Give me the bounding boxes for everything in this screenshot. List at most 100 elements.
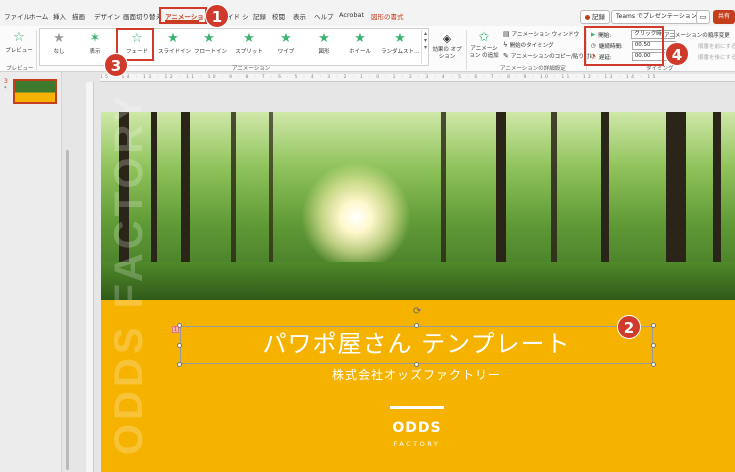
animation-group-label: アニメーション [232, 66, 271, 72]
sunlight [301, 162, 411, 272]
separator [36, 30, 37, 70]
slide-thumbnails-panel [0, 72, 62, 472]
trigger-button[interactable]: ϟ 開始のタイミング [503, 41, 554, 49]
forest-photo [101, 112, 735, 300]
wipe-star-icon: ★ [280, 31, 292, 46]
tab-insert[interactable]: 挿入 [53, 11, 66, 21]
floatin-star-icon: ★ [203, 31, 215, 46]
anim-wipe[interactable]: ★ ワイプ [275, 31, 297, 55]
preview-star-icon: ☆ [13, 30, 25, 45]
share-label: 共有 [717, 13, 730, 20]
anim-label: スプリット [235, 49, 263, 55]
slide-number: 3 [4, 78, 8, 85]
anim-label: フロートイン [194, 49, 228, 55]
wheel-star-icon: ★ [354, 31, 366, 46]
tab-acrobat[interactable]: Acrobat [339, 11, 364, 19]
anim-none[interactable]: ★ なし [48, 31, 70, 55]
add-animation-icon: ✩ [478, 30, 490, 45]
pane-icon: ▤ [503, 30, 510, 38]
vertical-ruler [86, 82, 94, 472]
random-star-icon: ★ [394, 31, 406, 46]
anim-label: なし [53, 49, 65, 55]
animation-order-tag[interactable]: 1 [172, 326, 179, 333]
split-star-icon: ★ [243, 31, 255, 46]
anim-split[interactable]: ★ スプリット [235, 31, 263, 55]
teams-present-button[interactable]: Teams でプレゼンテーション [611, 10, 702, 24]
effect-options-label: 効果の オプション [432, 47, 462, 60]
horizontal-ruler: 15 · 14 · 13 · 12 · 11 · 10 · 9 · 8 · 7 … [100, 74, 735, 82]
preview-group-label: プレビュー [6, 66, 34, 72]
step-badge-2: 2 [617, 315, 641, 339]
tab-help[interactable]: ヘルプ [314, 11, 334, 21]
effect-options-icon: ◈ [442, 32, 452, 45]
reorder-label: アニメーションの順序変更 [664, 33, 730, 39]
tab-file[interactable]: ファイル [4, 11, 30, 21]
comment-icon[interactable]: ▭ [696, 10, 710, 24]
logo-text-factory: FACTORY [393, 440, 441, 448]
anim-float-in[interactable]: ★ フロートイン [194, 31, 228, 55]
vertical-watermark-text: ODDS FACTORY [107, 91, 151, 455]
vertical-scrollbar[interactable] [66, 150, 69, 470]
step-badge-4: 4 [665, 42, 689, 66]
animation-painter-button[interactable]: ✎ アニメーションのコピー/貼り付け [503, 52, 595, 60]
move-later-button[interactable]: 順番を後にする [698, 53, 735, 61]
anim-label: ワイプ [277, 49, 295, 55]
anim-label: 図形 [318, 49, 330, 55]
shape-star-icon: ★ [318, 31, 330, 46]
preview-label: プレビュー [5, 48, 33, 54]
gallery-more-icon[interactable]: ▴ ▾ ▾ [421, 30, 429, 64]
add-animation-label: アニメーション の追加 [469, 46, 499, 59]
appear-star-icon: ✶ [89, 31, 101, 46]
tab-view[interactable]: 表示 [293, 11, 306, 21]
logo-bar [390, 406, 444, 409]
advanced-group-label: アニメーションの詳細設定 [500, 66, 566, 72]
teams-label: Teams でプレゼンテーション [616, 13, 697, 20]
rotate-handle-icon[interactable]: ⟳ [413, 306, 421, 317]
anim-label: スライドイン [158, 49, 192, 55]
tab-design[interactable]: デザイン [94, 11, 120, 21]
logo-text-odds: ODDS [392, 420, 442, 436]
tab-transitions[interactable]: 画面切り替え [123, 11, 162, 21]
tab-record[interactable]: 記録 [253, 11, 266, 21]
effect-options-button[interactable]: ◈ 効果の オプション [432, 31, 462, 61]
move-earlier-button[interactable]: 順番を前にする [698, 42, 735, 50]
none-star-icon: ★ [53, 31, 65, 46]
slide-thumbnail[interactable] [13, 79, 57, 104]
pane-label: アニメーション ウィンドウ [511, 32, 580, 38]
animation-pane-button[interactable]: ▤ アニメーション ウィンドウ [503, 30, 579, 38]
tab-draw[interactable]: 描画 [72, 11, 85, 21]
anim-appear[interactable]: ✶ 表示 [84, 31, 106, 55]
anim-shape[interactable]: ★ 図形 [313, 31, 335, 55]
anim-slide-in[interactable]: ★ スライドイン [158, 31, 192, 55]
record-button[interactable]: 記録 [580, 10, 610, 24]
highlight-animations-tab [159, 7, 207, 24]
separator [466, 30, 467, 70]
preview-button[interactable]: ☆ プレビュー [4, 30, 34, 54]
slidein-star-icon: ★ [167, 31, 179, 46]
slide-title[interactable]: パワポ屋さん テンプレート [180, 326, 653, 362]
step-badge-3: 3 [104, 53, 128, 77]
forest-floor [101, 262, 735, 300]
anim-label: 表示 [89, 49, 101, 55]
highlight-timing [584, 26, 664, 66]
record-icon [585, 14, 590, 20]
anim-random[interactable]: ★ ランダムスト... [381, 31, 419, 55]
tab-shape-format[interactable]: 図形の書式 [371, 11, 404, 21]
slide-animation-marker: * [4, 86, 7, 92]
painter-label: アニメーションのコピー/貼り付け [510, 54, 596, 60]
painter-icon: ✎ [503, 52, 509, 60]
anim-label: ホイール [348, 49, 371, 55]
record-label: 記録 [592, 13, 605, 21]
ribbon-tabs: ファイル ホーム 挿入 描画 デザイン 画面切り替え アニメーション スライド … [0, 0, 735, 26]
tab-review[interactable]: 校閲 [272, 11, 285, 21]
anim-label: ランダムスト... [381, 49, 420, 55]
anim-wheel[interactable]: ★ ホイール [347, 31, 373, 55]
step-badge-1: 1 [205, 4, 229, 28]
share-button[interactable]: 共有 [713, 10, 735, 24]
trigger-label: 開始のタイミング [509, 43, 554, 49]
add-animation-button[interactable]: ✩ アニメーション の追加 [469, 30, 499, 60]
tab-home[interactable]: ホーム [29, 11, 48, 21]
slide-subtitle[interactable]: 株式会社オッズファクトリー [180, 366, 653, 383]
lightning-icon: ϟ [503, 41, 508, 49]
slide-canvas [101, 112, 735, 472]
